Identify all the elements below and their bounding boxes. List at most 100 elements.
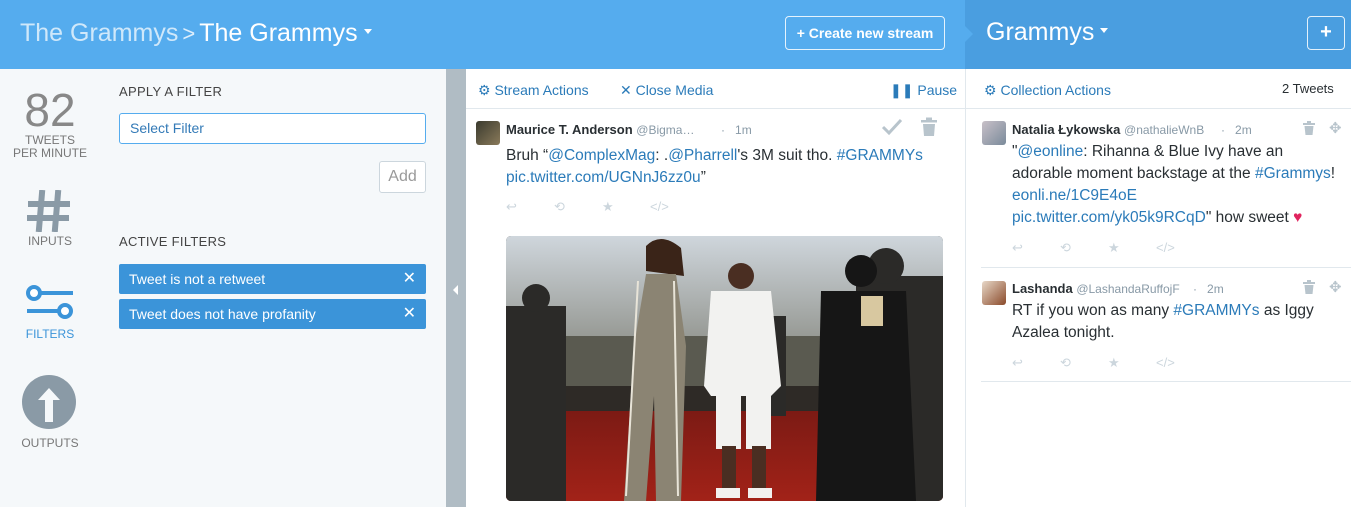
nav-inputs-label: INPUTS [27,234,72,248]
mention-link[interactable]: @ComplexMag [548,147,655,164]
add-collection-button[interactable]: + [1307,16,1345,50]
tweet-text: Bruh “@ComplexMag: .@Pharrell's 3M suit … [506,145,946,189]
embed-icon[interactable]: </> [1156,355,1204,371]
pause-icon: ❚❚ [890,82,914,98]
stream-actions-label: Stream Actions [494,82,589,98]
active-filters-heading: ACTIVE FILTERS [119,234,227,249]
time-dot: · [1193,282,1197,296]
chevron-down-icon[interactable] [363,28,372,34]
upload-arrow-icon [22,375,76,429]
hashtag-link[interactable]: #Grammys [1255,165,1331,182]
nav-inputs[interactable]: INPUTS [0,188,100,248]
add-filter-button[interactable]: Add [379,161,426,193]
tweet-author[interactable]: Lashanda @LashandaRuffojF [1012,281,1180,296]
filter-chip-label: Tweet is not a retweet [129,271,266,287]
nav-filters-label: FILTERS [25,327,75,341]
nav-outputs-label: OUTPUTS [21,436,79,450]
mention-link[interactable]: @eonline [1018,143,1084,160]
retweet-icon[interactable]: ⟲ [1060,355,1108,371]
collection-actions-button[interactable]: ⚙ Collection Actions [984,82,1111,99]
tweet-text: RT if you won as many #GRAMMYs as Iggy A… [1012,300,1337,344]
pause-button[interactable]: ❚❚ Pause [890,82,957,99]
trash-icon[interactable] [1303,280,1315,294]
filter-chip-label: Tweet does not have profanity [129,306,316,322]
select-filter-dropdown[interactable]: Select Filter [119,113,426,144]
media-link[interactable]: pic.twitter.com/UGNnJ6zz0u [506,169,701,186]
panel-collapse-handle[interactable] [446,69,466,507]
retweet-icon[interactable]: ⟲ [554,199,602,215]
active-filter-chip: Tweet is not a retweet ✕ [119,264,426,294]
hashtag-icon [27,190,70,232]
close-icon[interactable]: ✕ [403,264,416,294]
author-name: Lashanda [1012,281,1073,296]
author-handle: @Bigma… [636,123,695,137]
hashtag-link[interactable]: #GRAMMYs [837,147,923,164]
apply-filter-heading: APPLY A FILTER [119,84,223,99]
tweet-media-photo[interactable] [506,236,943,501]
checkmark-icon[interactable] [881,117,903,137]
stream-actions-button[interactable]: ⚙ Stream Actions [478,82,589,99]
favorite-icon[interactable]: ★ [1108,355,1156,371]
collection-toolbar: ⚙ Collection Actions 2 Tweets [966,69,1351,109]
media-link[interactable]: pic.twitter.com/yk05k9RCqD [1012,209,1206,226]
hashtag-link[interactable]: #GRAMMYs [1173,302,1259,319]
nav-filters[interactable]: FILTERS [0,282,100,342]
favorite-icon[interactable]: ★ [602,199,650,215]
tweet-divider [981,381,1351,382]
collection-title[interactable]: Grammys [986,18,1109,47]
tweet-text-mid: 's 3M suit tho. [737,147,837,164]
tpm-label-line2: PER MINUTE [12,146,87,160]
create-stream-button[interactable]: + Create new stream [785,16,945,50]
drag-handle-icon[interactable]: ✥ [1329,119,1342,137]
avatar[interactable] [476,121,500,145]
chevron-down-icon[interactable] [1100,27,1109,33]
breadcrumb-current[interactable]: The Grammys [199,19,357,47]
panel-notch [965,26,973,42]
reply-icon[interactable]: ↩ [1012,240,1060,256]
url-link[interactable]: eonli.ne/1C9E4oE [1012,187,1137,204]
avatar[interactable] [982,281,1006,305]
tweets-per-minute-label: TWEETS PER MINUTE [0,134,100,160]
gear-icon: ⚙ [984,82,997,98]
tweet-count: 2 Tweets [1282,81,1334,96]
time-value: 2m [1207,282,1224,296]
drag-handle-icon[interactable]: ✥ [1329,278,1342,296]
tweet-time[interactable]: · 2m [1193,282,1224,296]
author-name: Maurice T. Anderson [506,122,633,137]
retweet-icon[interactable]: ⟲ [1060,240,1108,256]
trash-icon[interactable] [920,117,938,137]
time-dot: · [1221,123,1225,137]
sliders-icon [26,285,73,319]
red-carpet-photo [506,236,943,501]
embed-icon[interactable]: </> [1156,240,1204,256]
tweet-actions: ↩ ⟲ ★ </> [1012,240,1204,256]
time-value: 2m [1235,123,1252,137]
tweet-time[interactable]: · 2m [1221,123,1252,137]
tweet-time[interactable]: · 1m [721,123,752,137]
trash-icon[interactable] [1303,121,1315,135]
tweet-text-mid: : . [655,147,669,164]
active-filter-chip: Tweet does not have profanity ✕ [119,299,426,329]
author-name: Natalia Łykowska [1012,122,1121,137]
nav-outputs[interactable]: OUTPUTS [0,372,100,452]
avatar[interactable] [982,121,1006,145]
embed-icon[interactable]: </> [650,199,698,215]
stream-toolbar: ⚙ Stream Actions ✕ Close Media ❚❚ Pause [466,69,965,109]
close-icon[interactable]: ✕ [403,299,416,329]
chevron-left-icon [453,285,458,295]
gear-icon: ⚙ [478,82,491,98]
tweet-author[interactable]: Natalia Łykowska @nathalieWnB [1012,122,1204,137]
close-media-button[interactable]: ✕ Close Media [620,82,713,99]
reply-icon[interactable]: ↩ [506,199,554,215]
tweet-author[interactable]: Maurice T. Anderson @Bigma… [506,122,694,137]
time-value: 1m [735,123,752,137]
time-dot: · [721,123,725,137]
favorite-icon[interactable]: ★ [1108,240,1156,256]
collection-title-label: Grammys [986,18,1095,46]
tweet-text-suffix: ” [700,169,706,186]
breadcrumb-separator: > [182,21,196,46]
breadcrumb-parent[interactable]: The Grammys [20,19,178,47]
reply-icon[interactable]: ↩ [1012,355,1060,371]
close-icon: ✕ [620,82,632,98]
mention-link[interactable]: @Pharrell [668,147,737,164]
